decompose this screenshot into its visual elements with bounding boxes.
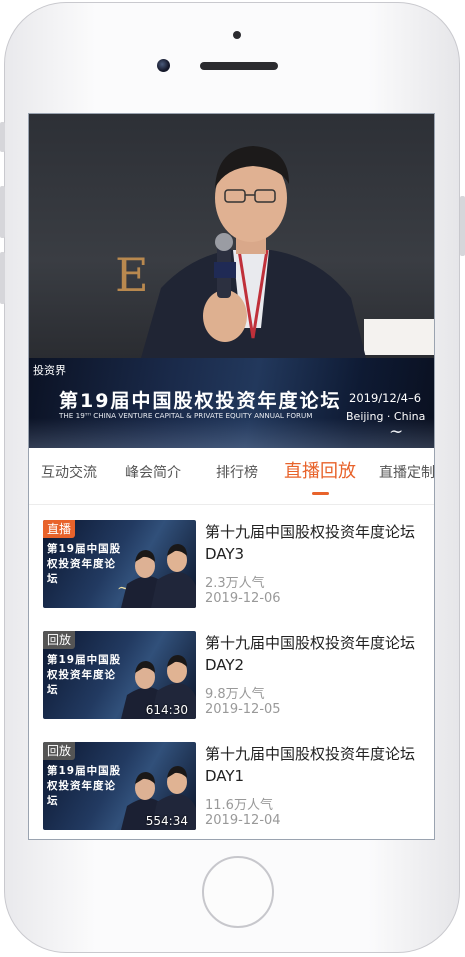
video-duration: 554:34 xyxy=(145,814,188,828)
speaker-figure xyxy=(141,146,366,358)
forum-banner: 投资界 第19届中国股权投资年度论坛 THE 19ᵀᴴ CHINA VENTUR… xyxy=(29,358,434,448)
item-title[interactable]: 第十九届中国股权投资年度论坛DAY2 xyxy=(205,632,425,676)
tab-bar: 互动交流 峰会简介 排行榜 直播回放 直播定制 xyxy=(29,448,434,505)
home-button[interactable] xyxy=(202,856,274,928)
mute-switch[interactable] xyxy=(0,122,5,152)
tab-live-replay[interactable]: 直播回放 xyxy=(284,448,356,504)
app-screen: E 投资界 第19届中国股权投资年度论坛 THE 19ᵀᴴ CHINA VENT… xyxy=(28,113,435,840)
list-item[interactable]: 第19届中国股权投资年度论坛 回放 554:34 第十九届中国股权投资年度论坛D… xyxy=(29,728,434,830)
thumbnail-title: 第19届中国股权投资年度论坛 xyxy=(47,543,122,585)
active-tab-indicator xyxy=(312,492,329,495)
video-thumbnail[interactable]: 第19届中国股权投资年度论坛 回放 614:30 xyxy=(43,631,196,719)
thumbnail-title: 第19届中国股权投资年度论坛 xyxy=(47,765,122,807)
item-popularity: 11.6万人气 xyxy=(205,798,273,813)
item-date: 2019-12-06 xyxy=(205,591,281,606)
banner-logo: 投资界 xyxy=(33,364,66,377)
video-thumbnail[interactable]: 第19届中国股权投资年度论坛 回放 554:34 xyxy=(43,742,196,830)
item-popularity: 2.3万人气 xyxy=(205,576,265,591)
list-item[interactable]: 第19届中国股权投资年度论坛 ∼ 直播 第十九届中国股权投资年度论坛DAY3 2… xyxy=(29,506,434,608)
replay-badge: 回放 xyxy=(43,631,76,649)
tab-summit-intro[interactable]: 峰会简介 xyxy=(125,448,181,504)
front-camera xyxy=(157,59,170,72)
thumbnail-speakers xyxy=(121,544,196,608)
item-date: 2019-12-04 xyxy=(205,813,281,828)
item-popularity: 9.8万人气 xyxy=(205,687,265,702)
earpiece-speaker xyxy=(200,62,278,70)
replay-badge: 回放 xyxy=(43,742,76,760)
list-item[interactable]: 第19届中国股权投资年度论坛 回放 614:30 第十九届中国股权投资年度论坛D… xyxy=(29,617,434,719)
thumbnail-title: 第19届中国股权投资年度论坛 xyxy=(47,654,122,696)
banner-date: 2019/12/4–6 xyxy=(349,391,422,405)
tab-interaction[interactable]: 互动交流 xyxy=(41,448,97,504)
video-duration: 614:30 xyxy=(145,703,188,717)
item-title[interactable]: 第十九届中国股权投资年度论坛DAY1 xyxy=(205,743,425,787)
video-player[interactable]: E xyxy=(29,114,434,358)
volume-up-button[interactable] xyxy=(0,186,5,238)
banner-wave-graphic xyxy=(29,418,434,448)
item-title[interactable]: 第十九届中国股权投资年度论坛DAY3 xyxy=(205,521,425,565)
banner-title-cn: 第19届中国股权投资年度论坛 xyxy=(59,390,342,412)
item-date: 2019-12-05 xyxy=(205,702,281,717)
front-sensor xyxy=(233,31,241,39)
volume-down-button[interactable] xyxy=(0,252,5,304)
video-thumbnail[interactable]: 第19届中国股权投资年度论坛 ∼ 直播 xyxy=(43,520,196,608)
stage-sofa xyxy=(364,319,434,355)
power-button[interactable] xyxy=(460,196,465,256)
tab-ranking[interactable]: 排行榜 xyxy=(216,448,258,504)
live-badge: 直播 xyxy=(43,520,76,538)
tab-live-custom[interactable]: 直播定制 xyxy=(379,448,434,504)
